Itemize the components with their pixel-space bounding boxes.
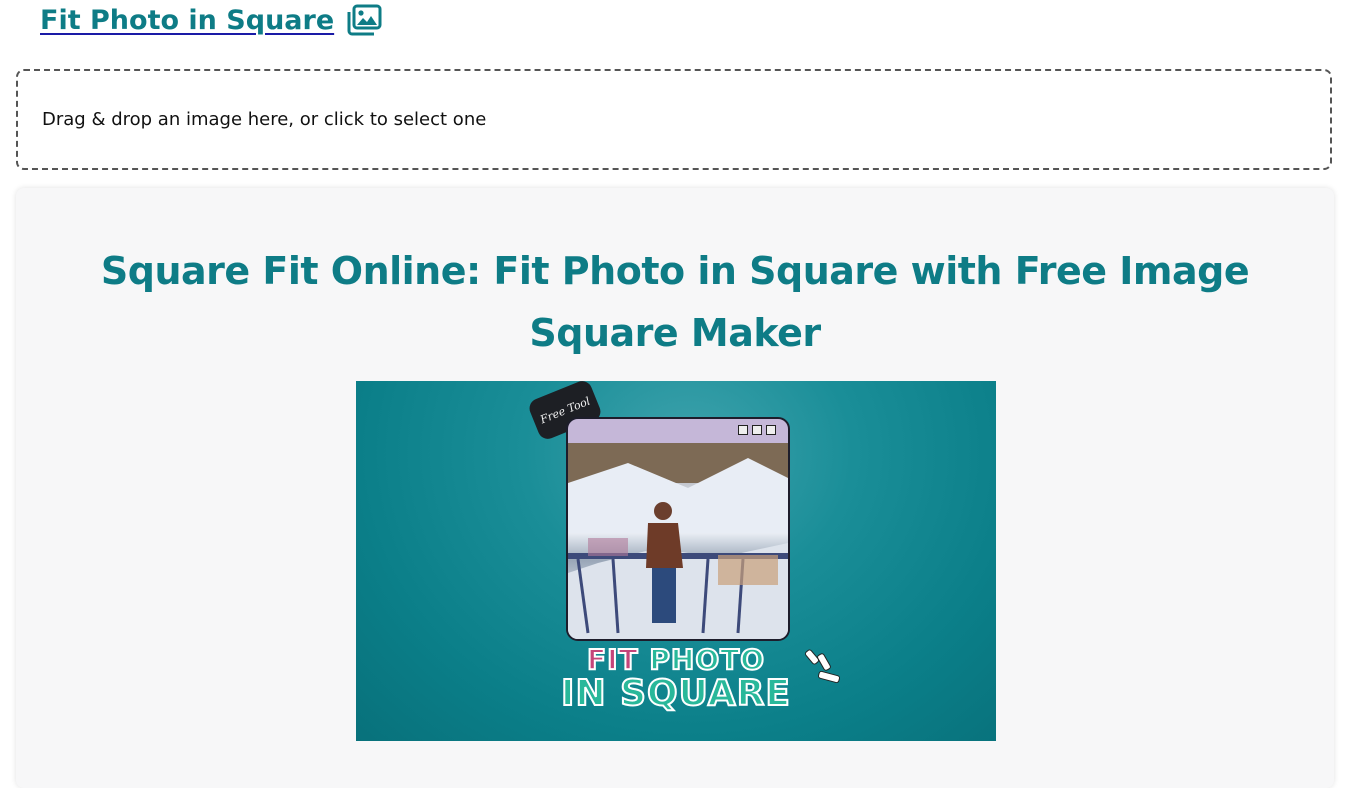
maximize-icon [752, 425, 762, 435]
close-icon [766, 425, 776, 435]
images-icon [346, 4, 382, 36]
banner-title-line1: FIT PHOTO [356, 642, 996, 677]
minimize-icon [738, 425, 748, 435]
header: Fit Photo in Square [40, 4, 382, 36]
hero-banner-image: Free Tool FIT PHOTO IN SQUARE [356, 381, 996, 741]
photo-preview [568, 443, 788, 639]
main-heading: Square Fit Online: Fit Photo in Square w… [100, 249, 1250, 355]
image-dropzone[interactable]: Drag & drop an image here, or click to s… [16, 69, 1332, 170]
banner-title-fit: FIT [586, 642, 639, 677]
content-card: Square Fit Online: Fit Photo in Square w… [16, 188, 1334, 788]
page-title-link[interactable]: Fit Photo in Square [40, 5, 334, 36]
banner-title-line2: IN SQUARE [560, 672, 791, 715]
window-titlebar [568, 419, 788, 443]
banner-title-photo: PHOTO [648, 642, 766, 677]
window-frame [566, 417, 790, 641]
dropzone-label: Drag & drop an image here, or click to s… [42, 109, 487, 130]
